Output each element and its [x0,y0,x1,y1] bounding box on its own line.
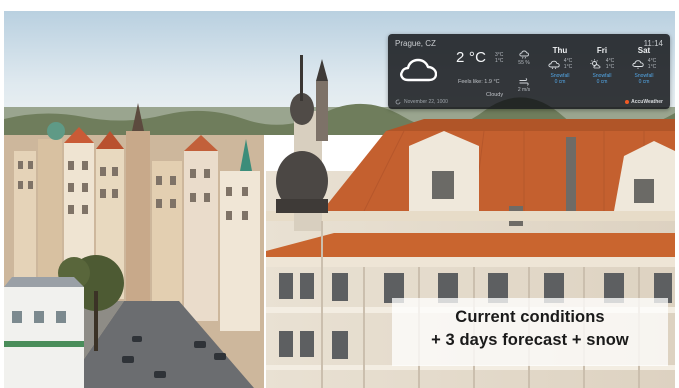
sun-snow-icon [590,59,601,69]
brand-dot-icon [625,100,630,104]
forecast-day-name: Fri [596,46,608,55]
updated-date-text: November 22, 1000 [404,99,448,105]
caption-line-2: + 3 days forecast + snow [431,331,629,349]
current-temperature: 2 °C [456,49,487,66]
forecast-precip-amount: 0 cm [554,79,566,85]
caption-box: Current conditions + 3 days forecast + s… [392,298,668,366]
forecast-precip-amount: 0 cm [638,79,650,85]
city-label: Prague, CZ [395,39,436,48]
caption-line-1: Current conditions [455,308,605,326]
cloud-snow-icon [632,60,644,69]
feels-like: Feels like: 1.9 °C [458,79,500,85]
forecast-day-name: Sat [637,46,651,55]
brand-name: AccuWeather [631,99,663,105]
forecast-low: 1°C [647,64,657,70]
low-temp: 1°C [495,58,504,64]
updated-date: November 22, 1000 [395,99,448,105]
forecast-day-3: Sat 4°C 1°C Snowfall 0 cm [622,46,666,85]
cloud-icon [400,58,437,82]
forecast-day-name: Thu [552,46,568,55]
screenshot-frame: Prague, CZ 11:14 2 °C 3°C 1°C Feels like… [4,11,675,388]
snowflake-cloud-icon [548,60,560,69]
wind-stat: 2 m/s [514,78,534,93]
forecast-precip-amount: 0 cm [596,79,608,85]
forecast-low: 1°C [605,64,615,70]
humidity-value: 55 % [518,60,530,66]
humidity-stat: 55 % [514,50,534,66]
weather-widget: Prague, CZ 11:14 2 °C 3°C 1°C Feels like… [388,34,670,109]
high-low: 3°C 1°C [495,52,503,64]
wind-value: 2 m/s [517,87,531,93]
forecast-day-1: Thu 4°C 1°C Snowfall 0 cm [538,46,582,85]
condition-label: Cloudy [486,92,504,98]
forecast-day-2: Fri 4°C 1°C Snowfall 0 cm [580,46,624,85]
accuweather-logo: AccuWeather [625,99,663,105]
humidity-cloud-icon [519,50,529,59]
forecast-low: 1°C [563,64,573,70]
wind-icon [519,78,529,86]
refresh-icon [395,99,401,105]
